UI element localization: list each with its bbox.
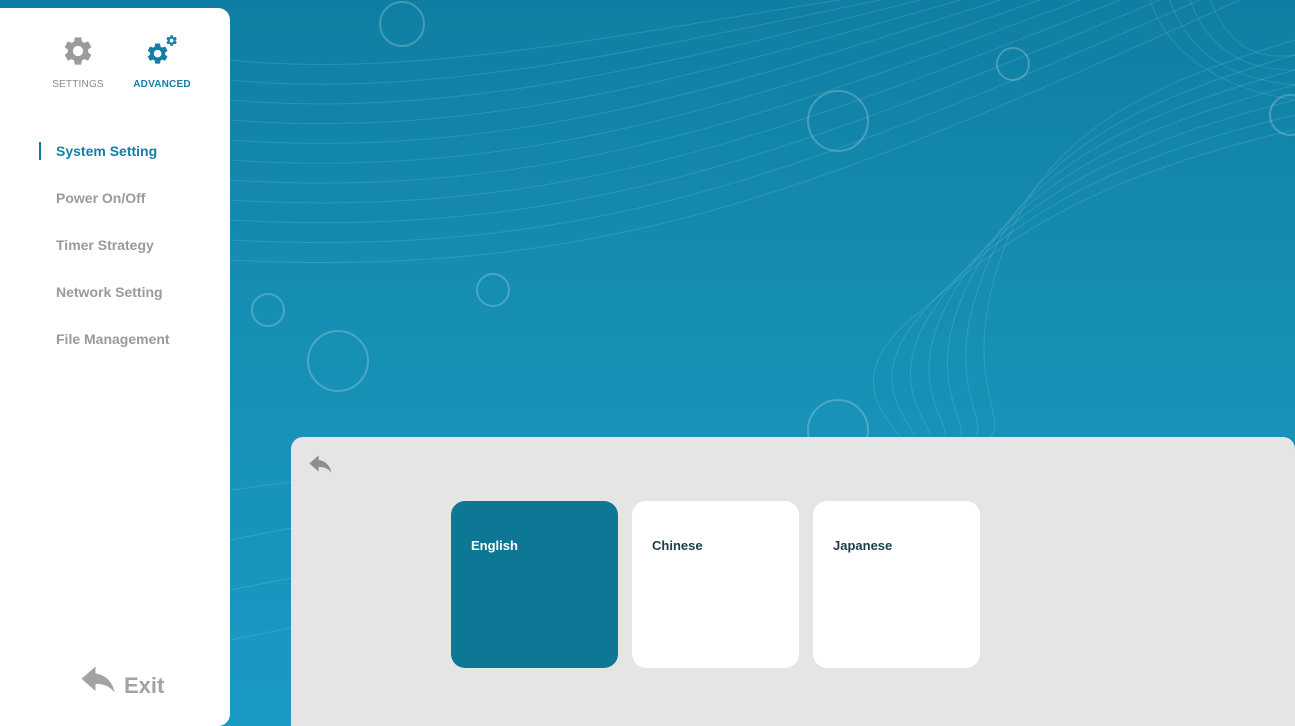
- language-label: English: [471, 538, 518, 553]
- sidebar-nav: System Setting Power On/Off Timer Strate…: [0, 128, 230, 363]
- sidebar: SETTINGS ADVANCED System Setting Power O…: [0, 8, 230, 726]
- gear-icon: [38, 34, 118, 73]
- language-option-english[interactable]: English: [451, 501, 618, 668]
- language-panel: English Chinese Japanese: [291, 437, 1295, 726]
- panel-back-button[interactable]: [307, 455, 335, 483]
- sidebar-item-power-on-off[interactable]: Power On/Off: [0, 175, 230, 222]
- exit-button[interactable]: Exit: [78, 666, 164, 706]
- exit-label: Exit: [124, 673, 165, 698]
- sidebar-item-system-setting[interactable]: System Setting: [0, 128, 230, 175]
- language-label: Chinese: [652, 538, 703, 553]
- back-arrow-icon: [78, 666, 120, 707]
- sidebar-item-file-management[interactable]: File Management: [0, 316, 230, 363]
- sidebar-item-network-setting[interactable]: Network Setting: [0, 269, 230, 316]
- language-option-japanese[interactable]: Japanese: [813, 501, 980, 668]
- advanced-tab[interactable]: ADVANCED: [122, 34, 202, 90]
- sidebar-item-timer-strategy[interactable]: Timer Strategy: [0, 222, 230, 269]
- advanced-tab-label: ADVANCED: [133, 79, 191, 90]
- language-label: Japanese: [833, 538, 893, 553]
- settings-tab[interactable]: SETTINGS: [38, 34, 118, 90]
- language-option-chinese[interactable]: Chinese: [632, 501, 799, 668]
- back-arrow-icon: [307, 455, 335, 483]
- settings-tab-label: SETTINGS: [52, 79, 104, 90]
- advanced-gears-icon: [122, 34, 202, 73]
